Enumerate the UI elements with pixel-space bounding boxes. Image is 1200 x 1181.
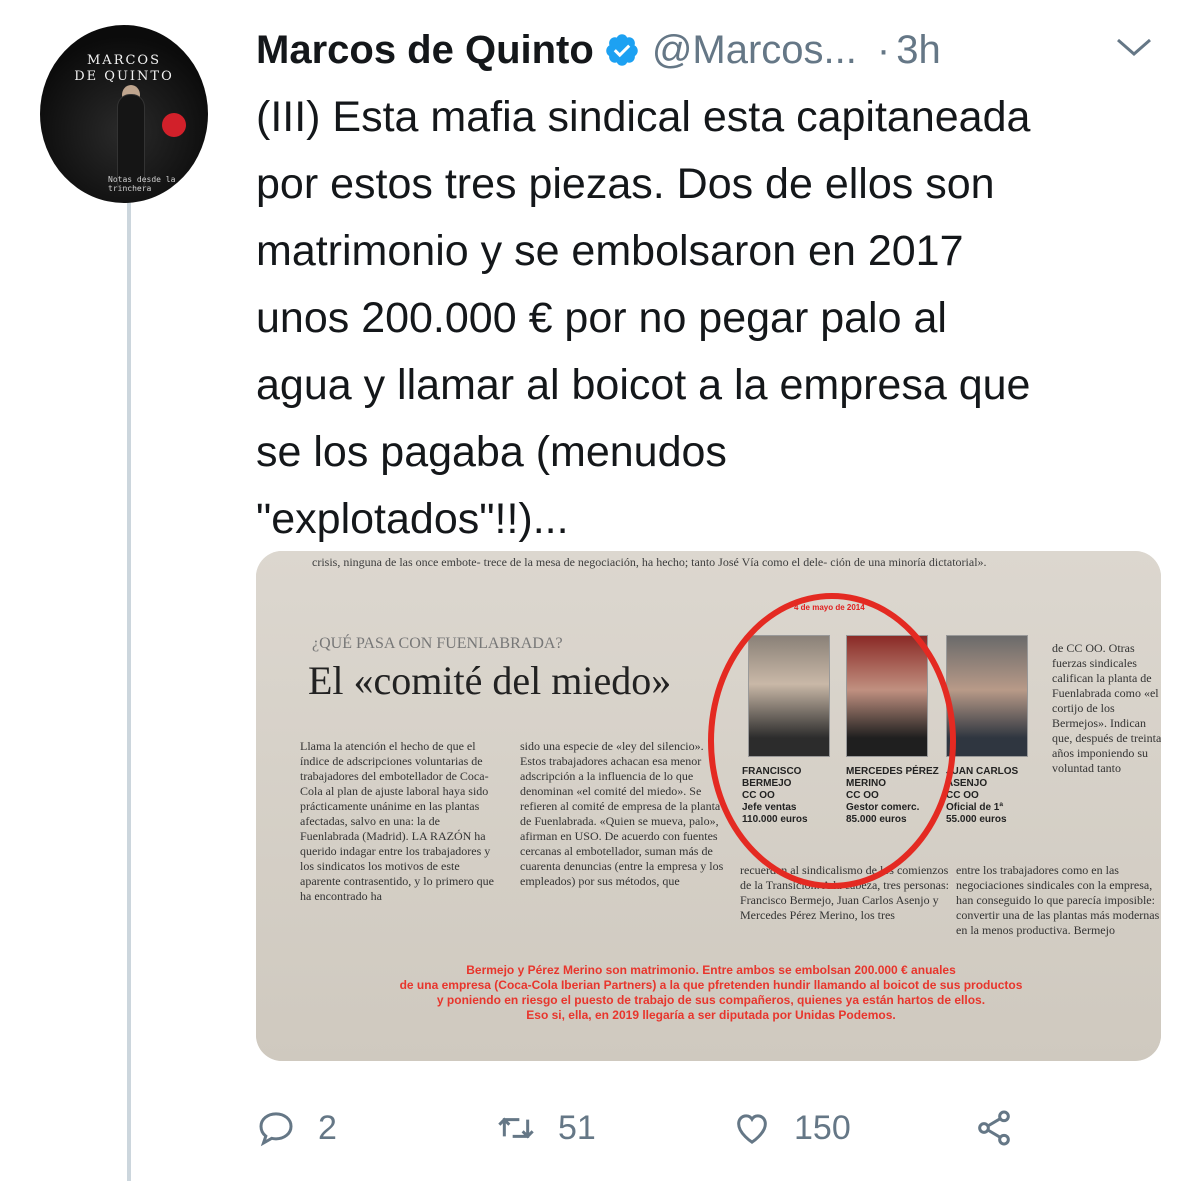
avatar-red-dot: [162, 113, 186, 137]
tweet-image[interactable]: crisis, ninguna de las once embote- trec…: [256, 551, 1161, 1061]
tweet-header: Marcos de Quinto @Marcos... · 3h: [256, 22, 941, 78]
newspaper-column-2: sido una especie de «ley del silencio». …: [520, 739, 724, 888]
avatar-title-line1: MARCOS: [87, 53, 161, 68]
newspaper-headline: El «comité del miedo»: [308, 658, 672, 703]
tweet-text: (III) Esta mafia sindical esta capitanea…: [256, 93, 1031, 543]
tweet-timestamp[interactable]: 3h: [896, 28, 941, 73]
reply-count: 2: [318, 1108, 337, 1147]
red-annotation-circle: [708, 593, 956, 889]
like-button[interactable]: 150: [732, 1108, 851, 1148]
thread-line: [127, 200, 131, 1181]
heart-icon: [737, 1114, 767, 1144]
newspaper-column-4: entre los trabajadores como en las negoc…: [956, 863, 1160, 937]
avatar-figure: [118, 95, 144, 187]
retweet-count: 51: [558, 1108, 596, 1147]
reply-button[interactable]: 2: [256, 1108, 337, 1148]
retweet-button[interactable]: 51: [496, 1108, 596, 1148]
newspaper-column-5: de CC OO. Otras fuerzas sindicales calif…: [1052, 641, 1161, 775]
portrait-photo-3: [946, 635, 1028, 757]
display-name[interactable]: Marcos de Quinto: [256, 28, 594, 73]
newspaper-top-text: crisis, ninguna de las once embote- trec…: [312, 555, 987, 569]
avatar-subtitle: Notas desde la trinchera: [108, 175, 176, 193]
portrait-caption-3: JUAN CARLOS ASENJO CC OO Oficial de 1ª 5…: [946, 766, 1019, 825]
avatar-title-line2: DE QUINTO: [74, 69, 174, 84]
share-icon: [978, 1110, 1010, 1146]
red-annotation-text: Bermejo y Pérez Merino son matrimonio. E…: [399, 963, 1023, 1022]
avatar[interactable]: MARCOS DE QUINTO Notas desde la trincher…: [40, 25, 208, 203]
newspaper-kicker: ¿QUÉ PASA CON FUENLABRADA?: [312, 635, 563, 652]
chevron-down-icon[interactable]: [1112, 32, 1156, 62]
time-separator: ·: [876, 27, 891, 72]
verified-badge-icon: [606, 34, 638, 66]
retweet-icon: [498, 1117, 534, 1139]
reply-icon: [259, 1112, 293, 1147]
share-button[interactable]: [974, 1108, 1014, 1148]
like-count: 150: [794, 1108, 851, 1147]
user-handle[interactable]: @Marcos...: [652, 28, 857, 73]
newspaper-column-1: Llama la atención el hecho de que el índ…: [300, 739, 494, 903]
